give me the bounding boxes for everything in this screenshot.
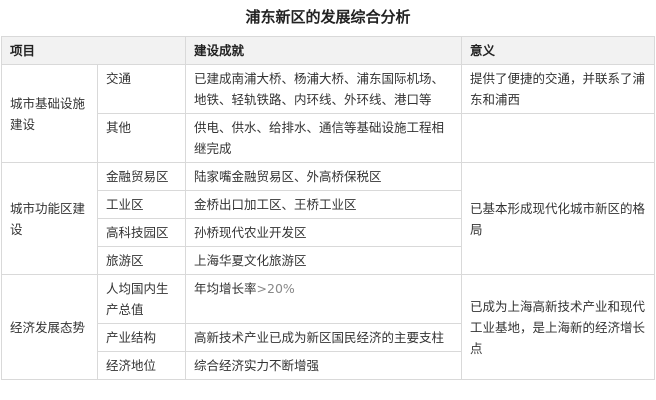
subcategory-cell: 金融贸易区 <box>96 162 187 191</box>
achievement-cell: 年均增长率>20% <box>185 274 463 324</box>
subcategory-cell: 经济地位 <box>96 351 187 380</box>
achievement-prefix: 年均增长率 <box>194 281 257 296</box>
achievement-cell: 高新技术产业已成为新区国民经济的主要支柱 <box>185 323 463 352</box>
empty-cell <box>461 113 656 163</box>
category-cell: 经济发展态势 <box>1 274 98 380</box>
table-header-row: 项目 建设成就 意义 <box>0 36 656 65</box>
meaning-cell: 已基本形成现代化城市新区的格局 <box>461 162 656 275</box>
subcategory-cell: 高科技园区 <box>96 218 187 247</box>
meaning-cell: 提供了便捷的交通，并联系了浦东和浦西 <box>461 64 656 114</box>
achievement-cell: 供电、供水、给排水、通信等基础设施工程相继完成 <box>185 113 463 163</box>
table-row: 城市基础设施建设 交通 已建成南浦大桥、杨浦大桥、浦东国际机场、地铁、轻轨铁路、… <box>1 64 656 163</box>
analysis-table: 项目 建设成就 意义 城市基础设施建设 交通 已建成南浦大桥、杨浦大桥、浦东国际… <box>0 36 656 380</box>
achievement-cell: 综合经济实力不断增强 <box>185 351 463 380</box>
achievement-cell: 孙桥现代农业开发区 <box>185 218 463 247</box>
achievement-cell: 已建成南浦大桥、杨浦大桥、浦东国际机场、地铁、轻轨铁路、内环线、外环线、港口等 <box>185 64 463 114</box>
achievement-cell: 上海华夏文化旅游区 <box>185 246 463 275</box>
table-row: 其他 供电、供水、给排水、通信等基础设施工程相继完成 <box>2 113 656 163</box>
category-cell: 城市功能区建设 <box>1 162 98 275</box>
header-meaning: 意义 <box>461 36 656 65</box>
meaning-cell: 已成为上海高新技术产业和现代工业基地，是上海新的经济增长点 <box>461 274 656 380</box>
subcategory-cell: 人均国内生产总值 <box>96 274 187 324</box>
achievement-cell: 陆家嘴金融贸易区、外高桥保税区 <box>185 162 463 191</box>
growth-rate-value: >20% <box>256 281 295 296</box>
subcategory-cell: 产业结构 <box>96 323 187 352</box>
category-cell: 城市基础设施建设 <box>1 64 98 163</box>
table-row: 城市功能区建设 金融贸易区 陆家嘴金融贸易区、外高桥保税区 已基本形成现代化城市… <box>1 162 656 275</box>
table-row: 经济发展态势 人均国内生产总值 年均增长率>20% 已成为上海高新技术产业和现代… <box>1 274 656 380</box>
subcategory-cell: 工业区 <box>96 190 187 219</box>
achievement-cell: 金桥出口加工区、王桥工业区 <box>185 190 463 219</box>
page-title: 浦东新区的发展综合分析 <box>245 8 411 26</box>
subcategory-cell: 旅游区 <box>96 246 187 275</box>
header-achievement: 建设成就 <box>185 36 463 65</box>
subcategory-cell: 交通 <box>96 64 187 114</box>
subcategory-cell: 其他 <box>96 113 187 163</box>
header-project: 项目 <box>0 36 187 65</box>
